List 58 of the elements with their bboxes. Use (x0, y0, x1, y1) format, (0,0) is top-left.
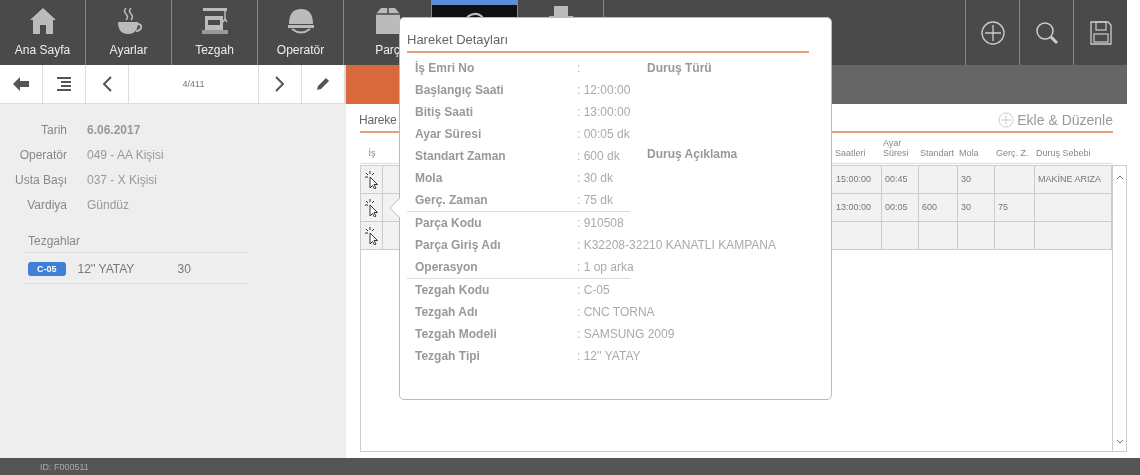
field-label: Tarih (40, 123, 67, 137)
field-label: Operatör (18, 148, 67, 162)
detail-value: : 600 dk (577, 149, 620, 163)
table-cell: 30 (958, 166, 995, 193)
popover-title: Hareket Detayları (407, 32, 809, 53)
field-label: Usta Başı (13, 173, 67, 187)
detail-value: : SAMSUNG 2009 (577, 327, 675, 341)
detail-heading: Duruş Açıklama (647, 146, 738, 163)
detail-label: Parça Giriş Adı (414, 238, 502, 252)
detail-value: : 12'' YATAY (577, 349, 641, 363)
detail-value: : 75 dk (577, 193, 614, 207)
column-header: Saatleri (834, 149, 867, 161)
column-header: Mola (958, 149, 980, 161)
detail-value: : (577, 61, 581, 75)
detail-value: : 13:00:00 (577, 105, 631, 119)
table-cell: 600 (919, 194, 958, 221)
detail-label: Parça Kodu (414, 216, 483, 230)
machine-type: 12'' YATAY (77, 262, 136, 276)
field-label: Vardiya (26, 198, 67, 212)
detail-label: Mola (414, 171, 444, 185)
column-header: İş (367, 149, 377, 161)
detail-value: : CNC TORNA (577, 305, 655, 319)
detail-label: Tezgah Modeli (414, 327, 498, 341)
detail-value: : K32208-32210 KANATLI KAMPANA (577, 238, 776, 252)
detail-label: Standart Zaman (414, 149, 507, 163)
column-header: Standart (919, 149, 956, 161)
section-title: Tezgahlar (24, 234, 249, 253)
detail-value: : 12:00:00 (577, 83, 631, 97)
column-header: Gerç. Z. (995, 149, 1030, 161)
detail-heading: Duruş Türü (647, 60, 713, 77)
detail-value: : C-05 (577, 283, 610, 297)
column-header: Duruş Sebebi (1035, 149, 1092, 161)
field-value: 6.06.2017 (87, 123, 142, 137)
column-header: Ayar Süresi (882, 139, 910, 161)
table-cell: 75 (995, 194, 1035, 221)
table-cell: MAKİNE ARIZA (1035, 166, 1112, 193)
detail-label: Ayar Süresi (414, 127, 483, 141)
table-cell: 30 (958, 194, 995, 221)
detail-value: : 00:05 dk (577, 127, 630, 141)
detail-label: Tezgah Kodu (414, 283, 491, 297)
detail-value: : 30 dk (577, 171, 614, 185)
detail-label: Tezgah Tipi (414, 349, 481, 363)
detail-value: : 910508 (577, 216, 624, 230)
detail-label: Bitiş Saati (414, 105, 475, 119)
machine-code-badge: C-05 (28, 262, 66, 276)
detail-label: Başlangıç Saati (414, 83, 505, 97)
panel-title: Hareke (359, 113, 397, 127)
detail-label: Tezgah Adı (414, 305, 479, 319)
table-cell: 00:45 (882, 166, 919, 193)
field-value: 037 - X Kişisi (87, 173, 159, 187)
detail-label: Gerç. Zaman (414, 193, 489, 207)
detail-value: : 1 op arka (577, 260, 634, 274)
machine-value: 30 (177, 262, 191, 276)
detail-label: Operasyon (414, 260, 479, 274)
field-value: Gündüz (87, 198, 131, 212)
record-id: ID: F000511 (40, 461, 89, 472)
table-cell: 00:05 (882, 194, 919, 221)
field-value: 049 - AA Kişisi (87, 148, 165, 162)
